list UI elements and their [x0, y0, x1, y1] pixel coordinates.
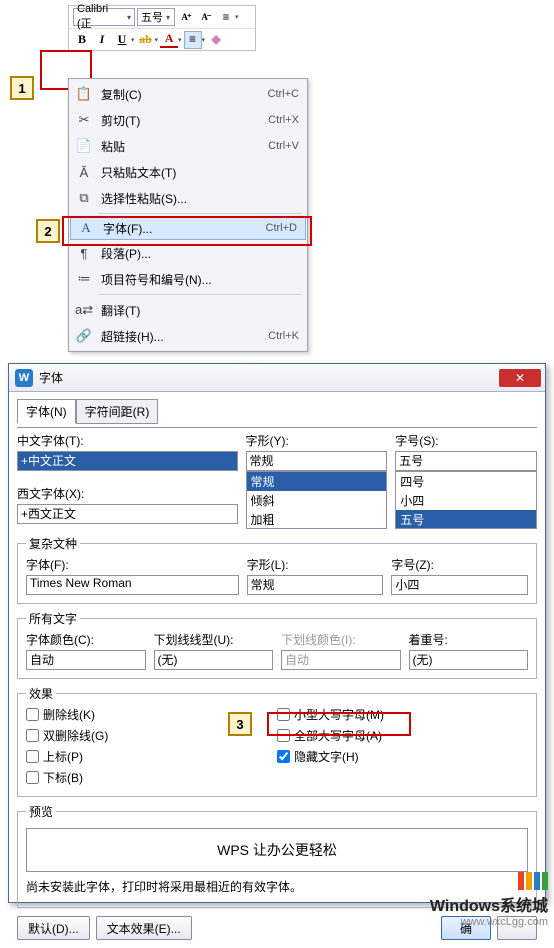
style-listbox[interactable]: 常规 倾斜 加粗	[246, 471, 388, 529]
eraser-button[interactable]: ◆	[207, 31, 225, 49]
menu-item-paste[interactable]: 📄粘贴Ctrl+V	[69, 133, 307, 159]
bold-button[interactable]: B	[73, 31, 91, 49]
callout-box-2	[62, 216, 312, 246]
list-item: 加粗	[247, 510, 387, 529]
formatting-toolbar: Calibri (正▾ 五号▾ A⁺ A⁻ ≡▾ B I U▾ ab▾ A▾ ≡…	[68, 5, 256, 51]
menu-item-paste-special[interactable]: ⧉选择性粘贴(S)...	[69, 185, 307, 211]
effects-group: 效果 删除线(K) 小型大写字母(M) 双删除线(G) 全部大写字母(A) 上标…	[17, 685, 537, 797]
cn-font-label: 中文字体(T):	[17, 432, 238, 449]
menu-item-paste-text[interactable]: Ă只粘贴文本(T)	[69, 159, 307, 185]
watermark-title: Windows系统城	[430, 892, 548, 916]
emphasis-label: 着重号:	[409, 631, 529, 648]
align-button[interactable]: ≡	[184, 31, 202, 49]
hyperlink-icon: 🔗	[75, 328, 93, 344]
underline-color-label: 下划线颜色(I):	[281, 631, 401, 648]
complex-size-select[interactable]: 小四	[391, 575, 528, 595]
font-color-select[interactable]: 自动	[26, 650, 146, 670]
style-label: 字形(Y):	[246, 432, 388, 449]
emphasis-select[interactable]: (无)	[409, 650, 529, 670]
grow-font-button[interactable]: A⁺	[177, 8, 195, 26]
complex-legend: 复杂文种	[26, 535, 80, 552]
context-menu: 📋复制(C)Ctrl+C ✂剪切(T)Ctrl+X 📄粘贴Ctrl+V Ă只粘贴…	[68, 78, 308, 352]
cn-font-select[interactable]: +中文正文	[17, 451, 238, 471]
font-color-button[interactable]: A	[160, 32, 178, 48]
step-label-2: 2	[36, 219, 60, 243]
menu-item-bullets[interactable]: ≔项目符号和编号(N)...	[69, 266, 307, 292]
preview-legend: 预览	[26, 803, 56, 820]
shrink-font-button[interactable]: A⁻	[197, 8, 215, 26]
paste-icon: 📄	[75, 138, 93, 154]
west-font-select[interactable]: +西文正文	[17, 504, 238, 524]
list-item: 倾斜	[247, 491, 387, 510]
italic-button[interactable]: I	[93, 31, 111, 49]
underline-color-select[interactable]: 自动	[281, 650, 401, 670]
size-label: 字号(S):	[395, 432, 537, 449]
menu-item-hyperlink[interactable]: 🔗超链接(H)...Ctrl+K	[69, 323, 307, 349]
complex-script-group: 复杂文种 字体(F): Times New Roman 字形(L): 常规 字号(Z…	[17, 535, 537, 604]
paragraph-icon: ¶	[75, 246, 93, 261]
bullets-icon: ≔	[75, 271, 93, 287]
cut-icon: ✂	[75, 112, 93, 128]
line-spacing-button[interactable]: ≡	[217, 8, 235, 26]
style-input[interactable]: 常规	[246, 451, 388, 471]
menu-item-translate[interactable]: a⇄翻译(T)	[69, 297, 307, 323]
menu-separator	[99, 294, 301, 295]
font-color-label: 字体颜色(C):	[26, 631, 146, 648]
size-listbox[interactable]: 四号 小四 五号	[395, 471, 537, 529]
menu-separator	[99, 213, 301, 214]
paste-text-icon: Ă	[75, 165, 93, 180]
superscript-checkbox[interactable]: 上标(P)	[26, 748, 277, 765]
list-item: 常规	[247, 472, 387, 491]
close-button[interactable]: ✕	[499, 369, 541, 387]
list-item: 四号	[396, 472, 536, 491]
preview-box: WPS 让办公更轻松	[26, 828, 528, 872]
paste-special-icon: ⧉	[75, 190, 93, 206]
font-dialog: W 字体 ✕ 字体(N) 字符间距(R) 中文字体(T): +中文正文 西文字体…	[8, 363, 546, 903]
text-effects-button[interactable]: 文本效果(E)...	[96, 916, 192, 940]
underline-button[interactable]: U	[113, 31, 131, 49]
all-text-group: 所有文字 字体颜色(C): 自动 下划线线型(U): (无) 下划线颜色(I): 自动…	[17, 610, 537, 679]
complex-font-label: 字体(F):	[26, 556, 239, 573]
dialog-title: 字体	[39, 369, 63, 386]
watermark-url: www.wxcLgg.com	[430, 916, 548, 928]
menu-item-copy[interactable]: 📋复制(C)Ctrl+C	[69, 81, 307, 107]
effects-legend: 效果	[26, 685, 56, 702]
hidden-text-checkbox[interactable]: 隐藏文字(H)	[277, 748, 528, 765]
default-button[interactable]: 默认(D)...	[17, 916, 90, 940]
list-item: 小四	[396, 491, 536, 510]
underline-style-label: 下划线线型(U):	[154, 631, 274, 648]
highlight-button[interactable]: ab	[137, 31, 155, 49]
translate-icon: a⇄	[75, 302, 93, 318]
dialog-titlebar: W 字体 ✕	[9, 364, 545, 392]
complex-font-select[interactable]: Times New Roman	[26, 575, 239, 595]
list-item: 五号	[396, 510, 536, 529]
copy-icon: 📋	[75, 86, 93, 102]
complex-style-select[interactable]: 常规	[247, 575, 384, 595]
tab-font[interactable]: 字体(N)	[17, 399, 76, 424]
watermark: Windows系统城 www.wxcLgg.com	[430, 872, 548, 928]
step-label-1: 1	[10, 76, 34, 100]
underline-style-select[interactable]: (无)	[154, 650, 274, 670]
menu-item-cut[interactable]: ✂剪切(T)Ctrl+X	[69, 107, 307, 133]
font-family-combo[interactable]: Calibri (正▾	[73, 8, 135, 26]
complex-style-label: 字形(L):	[247, 556, 384, 573]
callout-box-3	[267, 712, 411, 736]
size-input[interactable]: 五号	[395, 451, 537, 471]
all-text-legend: 所有文字	[26, 610, 80, 627]
tab-char-spacing[interactable]: 字符间距(R)	[76, 399, 159, 424]
complex-size-label: 字号(Z):	[391, 556, 528, 573]
subscript-checkbox[interactable]: 下标(B)	[26, 769, 277, 786]
font-size-combo[interactable]: 五号▾	[137, 8, 175, 26]
west-font-label: 西文字体(X):	[17, 485, 238, 502]
app-icon: W	[15, 369, 33, 387]
step-label-3: 3	[228, 712, 252, 736]
